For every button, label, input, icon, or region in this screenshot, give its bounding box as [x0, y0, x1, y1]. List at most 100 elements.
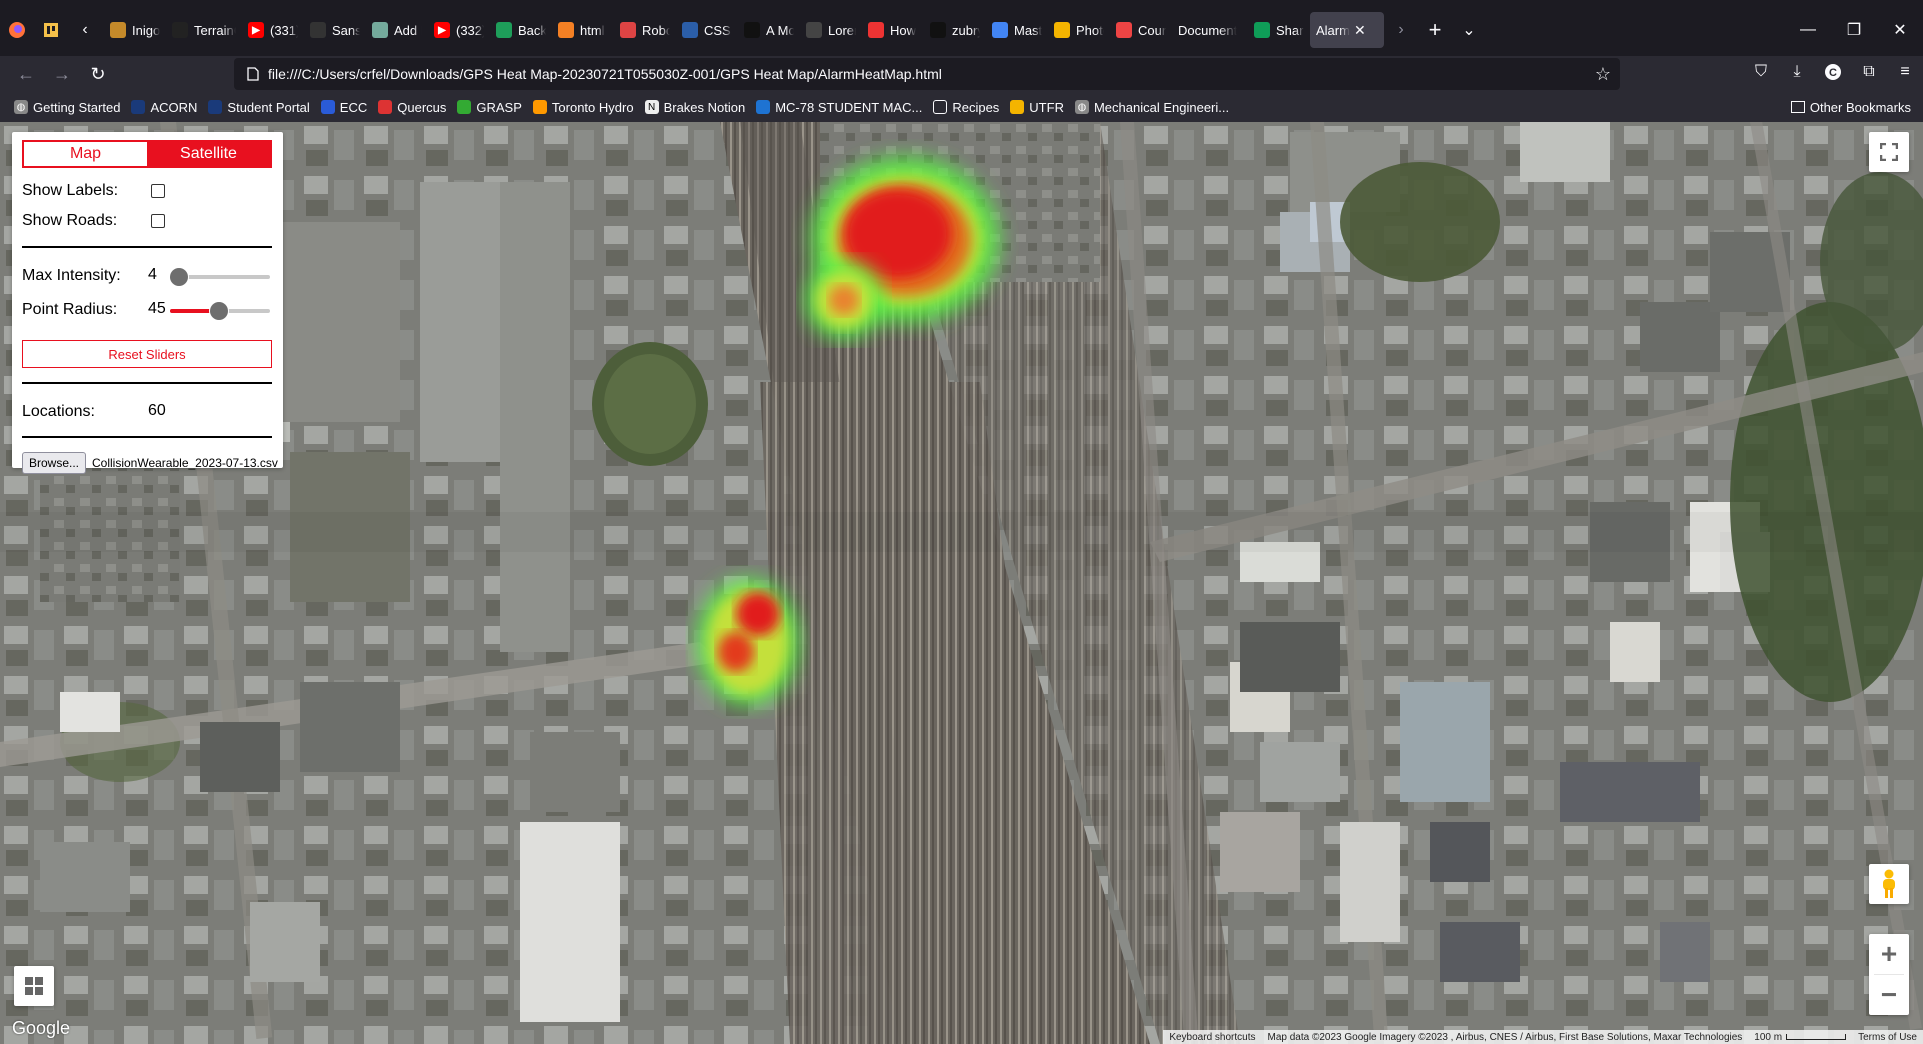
google-logo: Google [12, 1018, 71, 1038]
page-file-icon [238, 58, 268, 90]
bookmark-favicon-icon [208, 100, 223, 114]
browser-tab[interactable]: Share [1248, 12, 1310, 48]
scale-bar[interactable]: 100 m [1748, 1032, 1852, 1043]
tabs-scroll-right-icon[interactable]: › [1384, 13, 1418, 47]
max-intensity-slider[interactable] [170, 268, 270, 286]
minimize-icon[interactable]: — [1785, 0, 1831, 60]
divider [22, 436, 272, 438]
point-radius-row: Point Radius: [22, 300, 117, 320]
tab-favicon-icon [806, 22, 822, 38]
bookmark-folder[interactable]: Recipes [933, 100, 999, 115]
bookmark-star-icon[interactable]: ☆ [1586, 64, 1620, 85]
satellite-map[interactable]: Map Satellite Show Labels: Show Roads: M… [0, 122, 1923, 1044]
fullscreen-icon [1880, 143, 1898, 161]
folder-icon [933, 100, 948, 114]
url-text[interactable]: file:///C:/Users/crfel/Downloads/GPS Hea… [268, 66, 942, 82]
stackoverflow-icon [558, 22, 574, 38]
browser-tab[interactable]: html [552, 12, 614, 48]
url-bar[interactable]: file:///C:/Users/crfel/Downloads/GPS Hea… [234, 58, 1620, 90]
bookmark-item[interactable]: ECC [320, 100, 367, 115]
extensions-icon[interactable]: ⧉ [1851, 56, 1887, 88]
heatmap-control-panel: Map Satellite Show Labels: Show Roads: M… [12, 132, 283, 474]
restore-icon[interactable]: ❐ [1831, 0, 1877, 60]
browser-tab[interactable]: zubry [924, 12, 986, 48]
bookmark-favicon-icon [457, 100, 472, 114]
bookmark-favicon-icon [131, 100, 146, 114]
bookmark-item[interactable]: GRASP [457, 100, 522, 115]
bookmark-favicon-icon [532, 100, 547, 114]
map-type-map-button[interactable]: Map [24, 142, 147, 166]
browser-tab[interactable]: Document [1172, 12, 1248, 48]
map-type-toggle: Map Satellite [22, 140, 272, 168]
terms-of-use-link[interactable]: Terms of Use [1852, 1032, 1923, 1043]
browser-tab[interactable]: Inigo [104, 12, 166, 48]
close-tab-icon[interactable]: ✕ [1354, 22, 1366, 39]
reset-sliders-button[interactable]: Reset Sliders [22, 340, 272, 368]
pocket-icon[interactable]: ⛉ [1743, 56, 1779, 88]
browser-tab[interactable]: A Mo [738, 12, 800, 48]
app-menu-icon[interactable]: ≡ [1887, 56, 1923, 88]
browser-tab[interactable]: Maste [986, 12, 1048, 48]
close-window-icon[interactable]: ✕ [1877, 0, 1923, 60]
tab-favicon-icon [1116, 22, 1132, 38]
max-intensity-label: Max Intensity: [22, 267, 121, 284]
browser-tab[interactable]: Photo [1048, 12, 1110, 48]
bookmark-favicon-icon [378, 100, 393, 114]
browser-tab[interactable]: Cours [1110, 12, 1172, 48]
tab-overview-icon[interactable] [34, 13, 68, 47]
bookmark-item[interactable]: ACORN [131, 100, 197, 115]
downloads-icon[interactable]: ⤓ [1779, 56, 1815, 88]
show-roads-checkbox[interactable] [151, 214, 165, 228]
browse-file-button[interactable]: Browse... [22, 452, 86, 474]
keyboard-shortcuts-link[interactable]: Keyboard shortcuts [1163, 1032, 1261, 1043]
pegman-icon [1883, 869, 1895, 898]
point-radius-slider[interactable] [170, 302, 270, 320]
tab-favicon-icon [310, 22, 326, 38]
bookmark-item[interactable]: Toronto Hydro [532, 100, 634, 115]
bookmark-item[interactable]: ◍ Getting Started [14, 100, 120, 115]
browser-tab[interactable]: How [862, 12, 924, 48]
slider-thumb[interactable] [170, 268, 188, 286]
reload-icon[interactable]: ↻ [80, 58, 116, 90]
divider [22, 246, 272, 248]
tab-favicon-icon [110, 22, 126, 38]
svg-text:C: C [1829, 67, 1837, 79]
browser-tab[interactable]: Lorem [800, 12, 862, 48]
list-all-tabs-icon[interactable]: ⌄ [1452, 13, 1486, 47]
google-drive-icon [1254, 22, 1270, 38]
browser-tab[interactable]: CSS: t [676, 12, 738, 48]
bookmark-favicon-icon [756, 100, 771, 114]
bookmark-item[interactable]: UTFR [1010, 100, 1064, 115]
tabs-scroll-left-icon[interactable]: ‹ [68, 13, 102, 47]
fullscreen-button[interactable] [1869, 132, 1909, 172]
bookmark-item[interactable]: Student Portal [208, 100, 310, 115]
zoom-in-button[interactable]: + [1869, 934, 1909, 974]
tab-favicon-icon [620, 22, 636, 38]
browser-tab[interactable]: ▶ (332) [428, 12, 490, 48]
back-icon[interactable]: ← [8, 58, 44, 90]
browser-tab[interactable]: ▶ (331) [242, 12, 304, 48]
bookmark-item[interactable]: N Brakes Notion [644, 100, 745, 115]
other-bookmarks[interactable]: Other Bookmarks [1790, 92, 1911, 122]
browser-tab[interactable]: Sans- [304, 12, 366, 48]
zoom-out-button[interactable]: − [1869, 975, 1909, 1015]
browser-tab-active[interactable]: Alarm ✕ [1310, 12, 1384, 48]
bookmark-item[interactable]: Quercus [378, 100, 446, 115]
account-icon[interactable]: C [1815, 56, 1851, 88]
zoom-control: + − [1869, 934, 1909, 1015]
map-type-satellite-button[interactable]: Satellite [147, 142, 270, 166]
google-drive-icon [1010, 100, 1025, 114]
browser-tab[interactable]: Back [490, 12, 552, 48]
browser-tab[interactable]: TerrainCor [166, 12, 242, 48]
firefox-menu-icon[interactable] [0, 13, 34, 47]
forward-icon[interactable]: → [44, 58, 80, 90]
street-view-pegman-button[interactable] [1869, 864, 1909, 904]
new-tab-icon[interactable]: + [1418, 13, 1452, 47]
show-labels-checkbox[interactable] [151, 184, 165, 198]
bookmark-item[interactable]: MC-78 STUDENT MAC... [756, 100, 922, 115]
bookmark-item[interactable]: ◍ Mechanical Engineeri... [1074, 100, 1229, 115]
layers-button[interactable] [14, 966, 54, 1006]
browser-tab[interactable]: Add F [366, 12, 428, 48]
slider-thumb[interactable] [210, 302, 228, 320]
browser-tab[interactable]: Robot [614, 12, 676, 48]
